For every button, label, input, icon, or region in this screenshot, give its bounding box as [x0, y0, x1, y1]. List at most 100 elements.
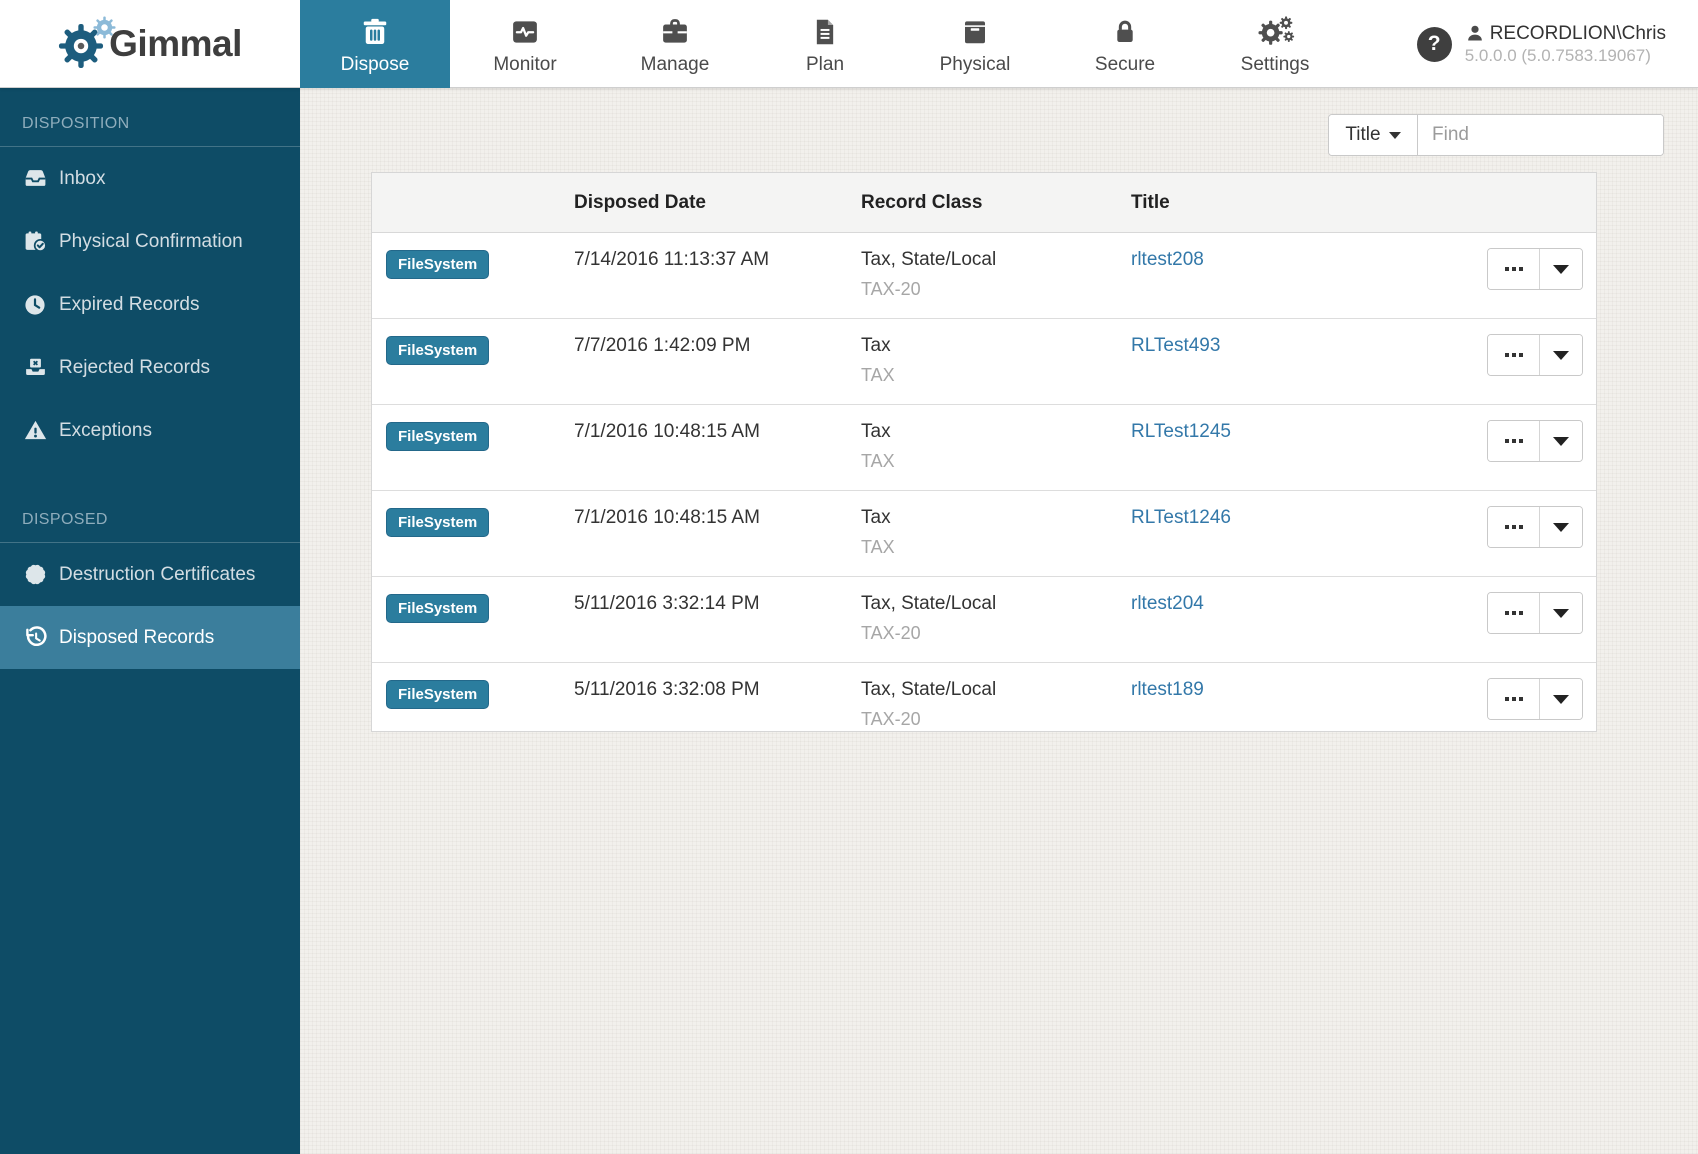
- caret-down-icon: [1553, 523, 1569, 532]
- record-title-link[interactable]: RLTest493: [1131, 335, 1220, 357]
- sidebar-item-inbox[interactable]: Inbox: [0, 147, 300, 210]
- tab-label: Secure: [1095, 54, 1155, 76]
- brand-name: Gimmal: [109, 23, 242, 65]
- ellipsis-icon: [1505, 525, 1509, 529]
- help-icon[interactable]: ?: [1417, 27, 1452, 62]
- sidebar-section-disposition: DISPOSITION: [0, 88, 300, 146]
- record-title-link[interactable]: rltest208: [1131, 249, 1204, 271]
- disposed-date: 7/14/2016 11:13:37 AM: [574, 249, 769, 271]
- sidebar-item-label: Expired Records: [59, 294, 199, 316]
- record-class-code: TAX: [861, 537, 895, 558]
- ellipsis-button[interactable]: [1488, 593, 1540, 633]
- row-actions: [1487, 420, 1583, 462]
- source-badge: FileSystem: [386, 336, 489, 365]
- calendar-check-icon: [22, 229, 48, 255]
- filter-field-dropdown[interactable]: Title: [1329, 115, 1418, 155]
- disposed-date: 7/1/2016 10:48:15 AM: [574, 421, 760, 443]
- sidebar: DISPOSITION Inbox Physical Confirmation: [0, 88, 300, 1154]
- table-row: FileSystem 7/1/2016 10:48:15 AM Tax TAX …: [372, 491, 1596, 577]
- sidebar-item-rejected-records[interactable]: Rejected Records: [0, 336, 300, 399]
- record-class-code: TAX-20: [861, 623, 921, 644]
- caret-down-icon: [1553, 695, 1569, 704]
- filter-field-label: Title: [1345, 124, 1380, 146]
- sidebar-item-expired-records[interactable]: Expired Records: [0, 273, 300, 336]
- record-class-code: TAX: [861, 365, 895, 386]
- top-nav: Gimmal Dispose Monitor: [0, 0, 1698, 88]
- row-dropdown-button[interactable]: [1540, 593, 1582, 633]
- record-class: Tax, State/Local: [861, 679, 996, 701]
- sidebar-item-physical-confirmation[interactable]: Physical Confirmation: [0, 210, 300, 273]
- briefcase-icon: [660, 13, 690, 47]
- table-header: Disposed Date Record Class Title: [372, 173, 1596, 233]
- ellipsis-button[interactable]: [1488, 507, 1540, 547]
- row-actions: [1487, 248, 1583, 290]
- user-block[interactable]: RECORDLION\Chris 5.0.0.0 (5.0.7583.19067…: [1465, 22, 1666, 67]
- table-row: FileSystem 7/14/2016 11:13:37 AM Tax, St…: [372, 233, 1596, 319]
- gimmal-gears-icon: [58, 15, 116, 73]
- record-title-link[interactable]: RLTest1245: [1131, 421, 1231, 443]
- table-row: FileSystem 5/11/2016 3:32:08 PM Tax, Sta…: [372, 663, 1596, 732]
- find-input[interactable]: [1418, 115, 1663, 155]
- clock-icon: [22, 292, 48, 318]
- record-title-link[interactable]: rltest189: [1131, 679, 1204, 701]
- table-row: FileSystem 5/11/2016 3:32:14 PM Tax, Sta…: [372, 577, 1596, 663]
- disposed-date: 7/7/2016 1:42:09 PM: [574, 335, 750, 357]
- primary-nav-tabs: Dispose Monitor Manage: [300, 0, 1350, 88]
- gears-icon: [1255, 13, 1295, 47]
- sidebar-item-destruction-certificates[interactable]: Destruction Certificates: [0, 543, 300, 606]
- sidebar-item-label: Physical Confirmation: [59, 231, 243, 253]
- tab-settings[interactable]: Settings: [1200, 0, 1350, 88]
- tab-monitor[interactable]: Monitor: [450, 0, 600, 88]
- tab-plan[interactable]: Plan: [750, 0, 900, 88]
- sidebar-item-label: Disposed Records: [59, 627, 214, 649]
- table-row: FileSystem 7/1/2016 10:48:15 AM Tax TAX …: [372, 405, 1596, 491]
- record-class-code: TAX-20: [861, 279, 921, 300]
- tab-label: Monitor: [493, 54, 556, 76]
- sidebar-item-disposed-records[interactable]: Disposed Records: [0, 606, 300, 669]
- ellipsis-button[interactable]: [1488, 335, 1540, 375]
- record-title-link[interactable]: rltest204: [1131, 593, 1204, 615]
- tab-dispose[interactable]: Dispose: [300, 0, 450, 88]
- caret-down-icon: [1553, 437, 1569, 446]
- brand-logo: Gimmal: [0, 0, 300, 88]
- tab-physical[interactable]: Physical: [900, 0, 1050, 88]
- main-content: Title Disposed Date Record Class Title F…: [300, 88, 1698, 1154]
- record-class-code: TAX: [861, 451, 895, 472]
- tab-secure[interactable]: Secure: [1050, 0, 1200, 88]
- disposed-date: 5/11/2016 3:32:14 PM: [574, 593, 760, 615]
- record-class: Tax, State/Local: [861, 593, 996, 615]
- row-dropdown-button[interactable]: [1540, 421, 1582, 461]
- row-actions: [1487, 506, 1583, 548]
- ellipsis-button[interactable]: [1488, 421, 1540, 461]
- monitor-icon: [510, 13, 540, 47]
- source-badge: FileSystem: [386, 422, 489, 451]
- column-header-title: Title: [1131, 173, 1170, 233]
- ellipsis-button[interactable]: [1488, 249, 1540, 289]
- sidebar-item-label: Exceptions: [59, 420, 152, 442]
- ellipsis-icon: [1505, 439, 1509, 443]
- sidebar-item-exceptions[interactable]: Exceptions: [0, 399, 300, 462]
- ellipsis-icon: [1505, 697, 1509, 701]
- sidebar-item-label: Rejected Records: [59, 357, 210, 379]
- caret-down-icon: [1553, 351, 1569, 360]
- caret-down-icon: [1553, 609, 1569, 618]
- filter-bar: Title: [1328, 114, 1664, 156]
- user-area: ? RECORDLION\Chris 5.0.0.0 (5.0.7583.190…: [1417, 0, 1666, 88]
- tab-label: Physical: [940, 54, 1011, 76]
- row-dropdown-button[interactable]: [1540, 679, 1582, 719]
- tab-manage[interactable]: Manage: [600, 0, 750, 88]
- source-badge: FileSystem: [386, 680, 489, 709]
- row-dropdown-button[interactable]: [1540, 249, 1582, 289]
- record-title-link[interactable]: RLTest1246: [1131, 507, 1231, 529]
- row-dropdown-button[interactable]: [1540, 507, 1582, 547]
- ellipsis-button[interactable]: [1488, 679, 1540, 719]
- username: RECORDLION\Chris: [1490, 22, 1666, 46]
- record-class: Tax, State/Local: [861, 249, 996, 271]
- source-badge: FileSystem: [386, 508, 489, 537]
- record-class: Tax: [861, 335, 891, 357]
- disposed-date: 7/1/2016 10:48:15 AM: [574, 507, 760, 529]
- tab-label: Manage: [641, 54, 710, 76]
- row-dropdown-button[interactable]: [1540, 335, 1582, 375]
- ellipsis-icon: [1505, 611, 1509, 615]
- record-class-code: TAX-20: [861, 709, 921, 730]
